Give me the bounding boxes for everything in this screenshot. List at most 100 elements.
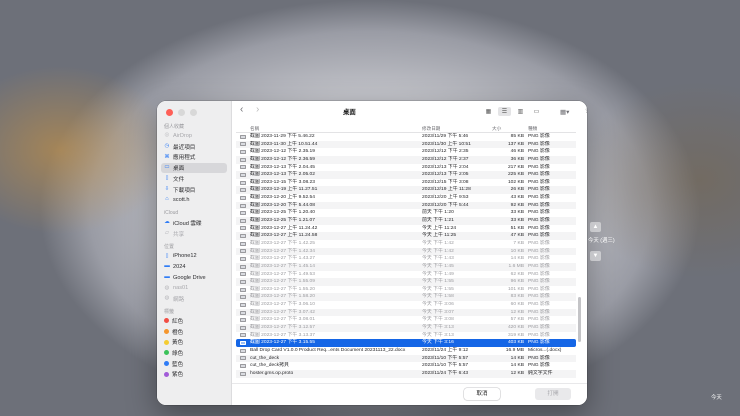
file-row[interactable]: 截圖 2023-12-27 下午 3.06.10 今天 下午 3:06 60 KB P…	[236, 301, 576, 309]
file-date: 今天 下午 1:42	[422, 248, 454, 254]
file-row[interactable]: 截圖 2023-12-27 下午 1.45.14 今天 下午 1:45 1.6 MB…	[236, 262, 576, 271]
file-date: 今天 下午 3:13	[422, 325, 454, 331]
file-row[interactable]: 截圖 2023-12-12 下午 2.35.19 2023/12/12 下午 2:…	[236, 148, 576, 156]
file-date: 今天 下午 1:49	[422, 271, 454, 277]
close-button[interactable]	[166, 109, 173, 116]
file-row[interactable]: 截圖 2023-12-25 下午 1.20.40 前天 下午 1:20 33 KB P…	[236, 209, 576, 217]
file-name: 截圖 2023-12-13 下午 2.05.02	[250, 172, 315, 178]
file-thumbnail-icon	[240, 249, 246, 254]
cloud-icon: ☁	[164, 219, 170, 226]
column-name[interactable]: 名稱	[250, 126, 259, 132]
column-view-button[interactable]: ▥	[514, 107, 527, 116]
file-row[interactable]: 截圖 2023-11-29 下午 5.46.22 2023/11/29 下午 5:…	[236, 133, 576, 141]
file-kind: PNG 影像	[528, 256, 550, 262]
file-size: 403 KB	[507, 340, 524, 346]
file-row[interactable]: 截圖 2023-12-27 下午 1.55.09 今天 下午 1:55 96 KB P…	[236, 278, 576, 286]
file-size: 14 KB	[510, 355, 524, 361]
chevron-down-icon[interactable]: ▼	[590, 251, 601, 261]
sidebar-item-locations[interactable]: ▬ Google Drive	[161, 273, 227, 283]
sidebar-item-favorites[interactable]: ⌘ 應用程式	[161, 152, 227, 162]
globe-icon: ◍	[164, 295, 170, 302]
file-size: 92 KB	[510, 202, 524, 208]
forward-button[interactable]: ›	[256, 105, 259, 115]
cancel-button[interactable]: 取消	[464, 388, 500, 400]
file-row[interactable]: 截圖 2023-12-13 下午 2.05.02 2023/12/13 下午 2:…	[236, 171, 576, 179]
file-row[interactable]: 截圖 2023-12-27 下午 3.08.01 今天 下午 3:08 57 KB P…	[236, 316, 576, 324]
sidebar-item-favorites[interactable]: ◎ AirDrop	[161, 131, 227, 141]
zoom-button[interactable]	[190, 109, 197, 116]
sidebar-item-icloud[interactable]: ☁ iCloud 雲碟	[161, 218, 227, 228]
file-row[interactable]: 截圖 2023-12-27 下午 1.42.25 今天 下午 1:42 7 KB PN…	[236, 240, 576, 248]
sidebar-item-favorites[interactable]: ▯ 文件	[161, 174, 227, 184]
sidebar-item-label: AirDrop	[173, 133, 192, 139]
column-date[interactable]: 修改日期	[422, 126, 440, 132]
file-row[interactable]: 截圖 2023-12-27 下午 1.43.27 今天 下午 1:43 14 KB P…	[236, 255, 576, 263]
file-kind: PNG 影像	[528, 363, 550, 369]
chevron-up-icon[interactable]: ▲	[590, 222, 601, 232]
file-row[interactable]: 截圖 2023-12-27 下午 3.07.42 今天 下午 3:07 12 KB P…	[236, 308, 576, 317]
sidebar-item-favorites[interactable]: ⌂ scott.h	[161, 195, 227, 205]
file-row[interactable]: 截圖 2023-12-27 上午 11.24.42 今天 上午 11:24 51 K…	[236, 225, 576, 233]
file-row[interactable]: cut_the_deck 2023/11/10 下午 5:57 14 KB PNG 影…	[236, 354, 576, 363]
sidebar-item-locations[interactable]: ▯ iPhone12	[161, 251, 227, 261]
back-button[interactable]: ‹	[240, 105, 243, 115]
file-size: 83 KB	[510, 294, 524, 300]
column-size[interactable]: 大小	[492, 126, 501, 132]
file-row[interactable]: Ball Drop Card V1.0.0 Product Req...ents…	[236, 347, 576, 355]
file-thumbnail-icon	[240, 234, 246, 239]
share-button[interactable]: ⇪	[584, 107, 587, 117]
minimize-button[interactable]	[178, 109, 185, 116]
file-thumbnail-icon	[240, 264, 246, 269]
tag-color-dot-icon	[164, 339, 169, 345]
file-row[interactable]: cut_the_deck拷貝 2023/11/10 下午 5:57 14 KB PNG…	[236, 362, 576, 370]
open-button[interactable]: 打開	[535, 388, 571, 400]
sidebar-item-locations[interactable]: ◍ nas01	[161, 283, 227, 293]
file-size: 12 KB	[510, 309, 524, 315]
file-date: 今天 上午 11:25	[422, 233, 457, 239]
file-row[interactable]: 截圖 2023-12-27 上午 11.24.58 今天 上午 11:25 47 K…	[236, 232, 576, 240]
sidebar-item-tags[interactable]: 橙色	[161, 327, 227, 337]
sidebar-item-locations[interactable]: ▬ 2024	[161, 262, 227, 272]
file-list: 截圖 2023-11-29 下午 5.46.22 2023/11/29 下午 5:…	[236, 133, 576, 378]
sidebar-item-icloud[interactable]: ▱ 共享	[161, 229, 227, 239]
file-row[interactable]: 截圖 2023-12-27 下午 1.58.20 今天 下午 1:58 83 KB P…	[236, 293, 576, 302]
file-size: 57 KB	[510, 317, 524, 323]
sidebar-item-label: 共享	[173, 231, 185, 238]
file-row[interactable]: 截圖 2023-12-27 下午 1.49.53 今天 下午 1:49 62 KB P…	[236, 271, 576, 279]
group-button[interactable]: ▦▾	[560, 108, 569, 118]
file-row[interactable]: 截圖 2023-12-12 下午 2.36.59 2023/12/12 下午 2:…	[236, 155, 576, 164]
scrollbar[interactable]	[578, 297, 581, 342]
sidebar-item-tags[interactable]: 藍色	[161, 359, 227, 369]
file-row[interactable]: 截圖 2023-12-15 下午 3.08.23 2023/12/15 下午 3:…	[236, 179, 576, 187]
file-kind: PNG 影像	[528, 141, 550, 147]
icon-view-button[interactable]: ▦	[482, 107, 495, 116]
sidebar-item-favorites[interactable]: ◷ 最近項目	[161, 142, 227, 152]
file-row[interactable]: 截圖 2023-11-30 上午 10.51.44 2023/11/30 上午 1…	[236, 140, 576, 149]
sidebar-item-tags[interactable]: 黃色	[161, 337, 227, 347]
file-row[interactable]: 截圖 2023-12-20 下午 5.44.08 2023/12/20 下午 5:…	[236, 201, 576, 210]
file-row[interactable]: 截圖 2023-12-20 上午 9.52.54 2023/12/20 上午 9:…	[236, 194, 576, 202]
file-thumbnail-icon	[240, 180, 246, 185]
file-date: 2023/12/13 下午 2:05	[422, 172, 469, 178]
file-row[interactable]: 截圖 2023-12-27 下午 3.15.55 今天 下午 3:16 403 KB…	[236, 339, 576, 347]
sidebar-item-favorites[interactable]: ⇩ 下載項目	[161, 185, 227, 195]
gallery-view-button[interactable]: ▭	[530, 107, 543, 116]
file-row[interactable]: 截圖 2023-12-27 下午 1.42.34 今天 下午 1:42 10 KB P…	[236, 247, 576, 256]
list-view-button[interactable]: ☰	[498, 107, 511, 116]
file-row[interactable]: 截圖 2023-12-13 下午 2.04.45 2023/12/13 下午 2:…	[236, 164, 576, 172]
file-row[interactable]: 截圖 2023-12-25 下午 1.21.07 前天 下午 1:21 33 KB P…	[236, 217, 576, 225]
file-row[interactable]: 截圖 2023-12-27 下午 1.55.20 今天 下午 1:55 101 KB…	[236, 286, 576, 294]
sidebar-item-tags[interactable]: 紫色	[161, 369, 227, 379]
sidebar-item-tags[interactable]: 綠色	[161, 348, 227, 358]
sidebar-item-locations[interactable]: ◍ 網路	[161, 294, 227, 304]
file-row[interactable]: 截圖 2023-12-27 下午 3.13.37 今天 下午 3:13 319 KB…	[236, 332, 576, 340]
file-date: 今天 下午 1:55	[422, 286, 454, 292]
file-row[interactable]: 截圖 2023-12-19 上午 11.27.51 2023/12/19 上午 1…	[236, 186, 576, 195]
file-size: 225 KB	[507, 172, 524, 178]
file-row[interactable]: hoster.gms.op.proto 2023/11/24 下午 6:43 12 …	[236, 369, 576, 378]
file-row[interactable]: 截圖 2023-12-27 下午 3.12.57 今天 下午 3:13 420 KB…	[236, 324, 576, 332]
sidebar-item-favorites[interactable]: ▭ 桌面	[161, 163, 227, 174]
column-kind[interactable]: 種類	[528, 126, 537, 132]
window-title: 桌面	[343, 109, 356, 116]
sidebar-item-tags[interactable]: 紅色	[161, 316, 227, 326]
